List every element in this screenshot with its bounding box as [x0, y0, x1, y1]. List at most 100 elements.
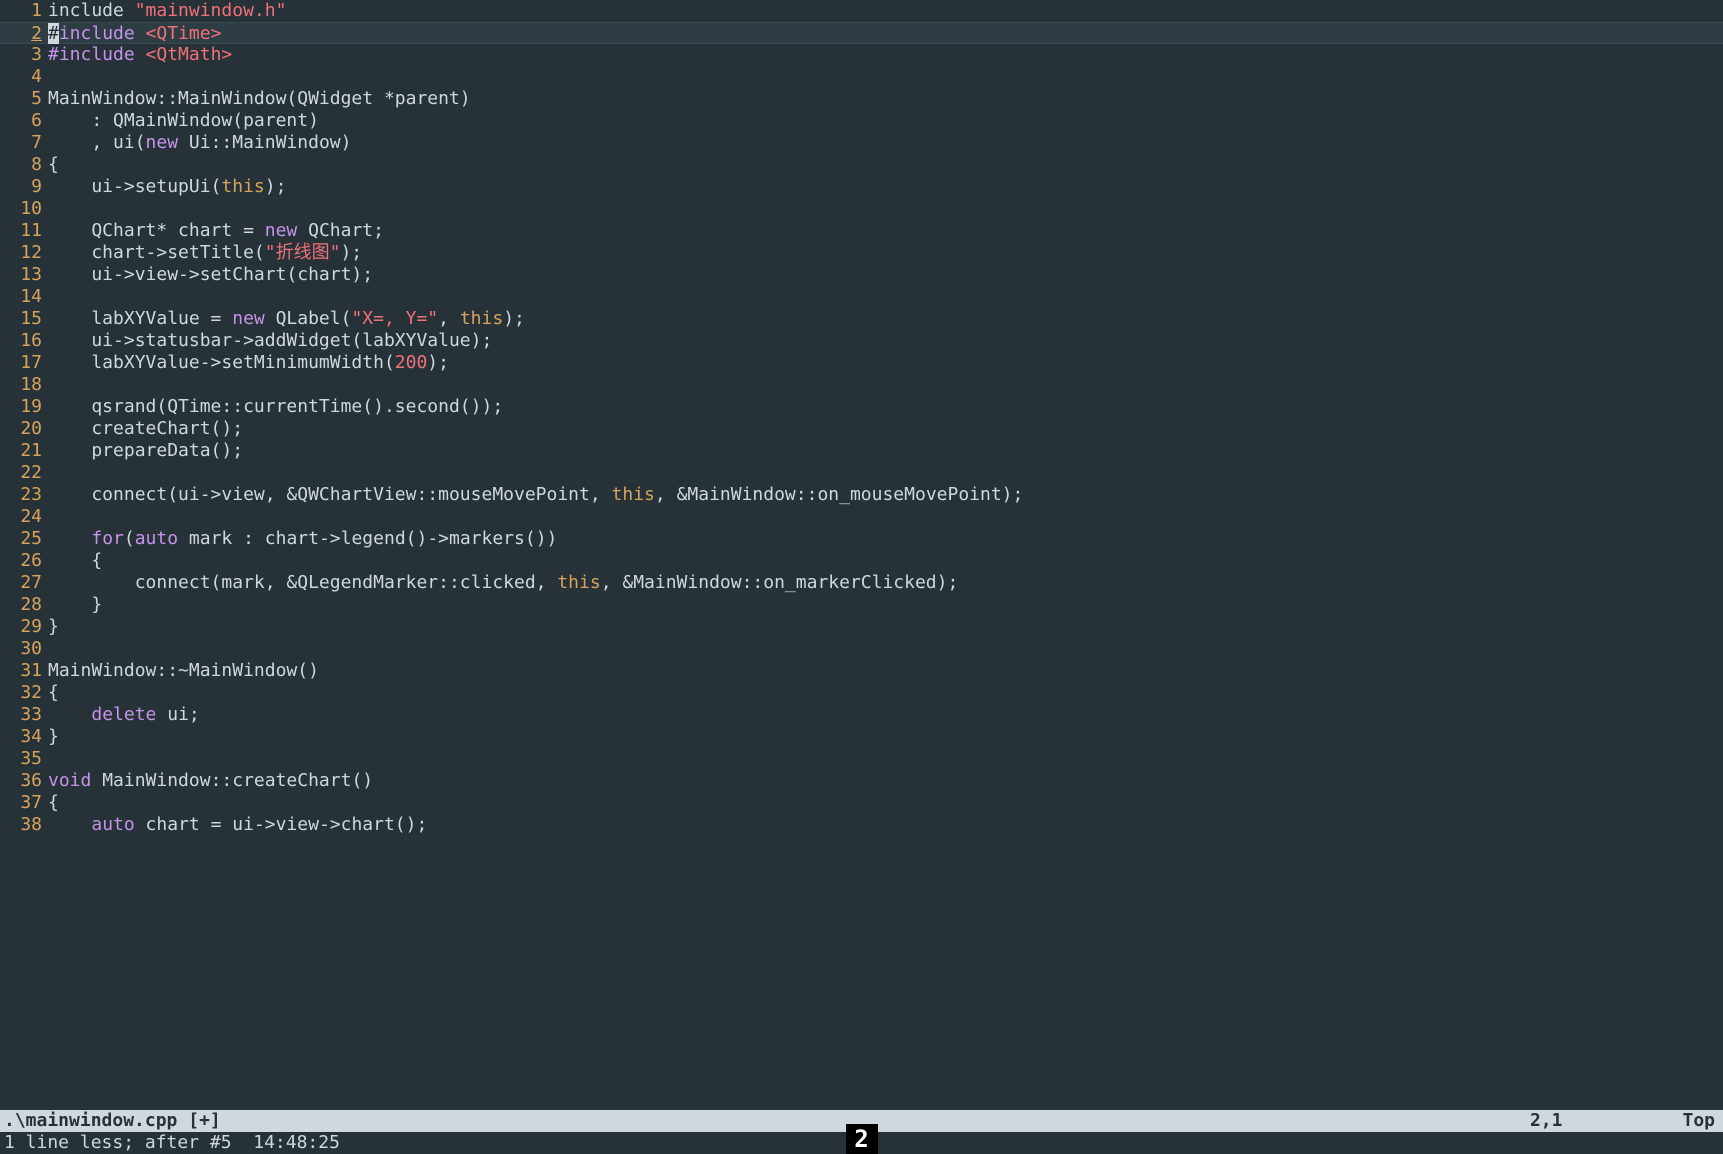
code-line[interactable]: 5MainWindow::MainWindow(QWidget *parent): [0, 88, 1723, 110]
code-content[interactable]: {: [48, 154, 1723, 176]
code-line[interactable]: 28 }: [0, 594, 1723, 616]
token-plain: MainWindow::createChart(): [91, 770, 373, 791]
code-line[interactable]: 27 connect(mark, &QLegendMarker::clicked…: [0, 572, 1723, 594]
code-content[interactable]: [48, 638, 1723, 660]
code-content[interactable]: delete ui;: [48, 704, 1723, 726]
code-line[interactable]: 19 qsrand(QTime::currentTime().second())…: [0, 396, 1723, 418]
code-line[interactable]: 4: [0, 66, 1723, 88]
code-content[interactable]: MainWindow::MainWindow(QWidget *parent): [48, 88, 1723, 110]
code-content[interactable]: createChart();: [48, 418, 1723, 440]
code-line[interactable]: 24: [0, 506, 1723, 528]
code-content[interactable]: }: [48, 594, 1723, 616]
code-line[interactable]: 12 chart->setTitle("折线图");: [0, 242, 1723, 264]
code-line[interactable]: 17 labXYValue->setMinimumWidth(200);: [0, 352, 1723, 374]
code-content[interactable]: [48, 748, 1723, 770]
code-content[interactable]: }: [48, 726, 1723, 748]
code-content[interactable]: labXYValue->setMinimumWidth(200);: [48, 352, 1723, 374]
code-line[interactable]: 8{: [0, 154, 1723, 176]
code-content[interactable]: connect(ui->view, &QWChartView::mouseMov…: [48, 484, 1723, 506]
line-number: 24: [0, 506, 48, 528]
line-number: 22: [0, 462, 48, 484]
code-line[interactable]: 14: [0, 286, 1723, 308]
line-number: 8: [0, 154, 48, 176]
code-line[interactable]: 33 delete ui;: [0, 704, 1723, 726]
code-line[interactable]: 38 auto chart = ui->view->chart();: [0, 814, 1723, 836]
code-line[interactable]: 9 ui->setupUi(this);: [0, 176, 1723, 198]
code-line[interactable]: 37{: [0, 792, 1723, 814]
code-content[interactable]: prepareData();: [48, 440, 1723, 462]
token-plain: , &MainWindow::on_mouseMovePoint);: [655, 484, 1023, 505]
code-line[interactable]: 3#include <QtMath>: [0, 44, 1723, 66]
code-line[interactable]: 31MainWindow::~MainWindow(): [0, 660, 1723, 682]
code-line[interactable]: 2#include <QTime>: [0, 22, 1723, 44]
code-content[interactable]: ui->view->setChart(chart);: [48, 264, 1723, 286]
token-plain: );: [340, 242, 362, 263]
code-content[interactable]: ui->setupUi(this);: [48, 176, 1723, 198]
code-content[interactable]: , ui(new Ui::MainWindow): [48, 132, 1723, 154]
token-thiskw: this: [557, 572, 600, 593]
code-line[interactable]: 11 QChart* chart = new QChart;: [0, 220, 1723, 242]
token-plain: }: [48, 616, 59, 637]
code-content[interactable]: {: [48, 682, 1723, 704]
line-number: 19: [0, 396, 48, 418]
code-content[interactable]: QChart* chart = new QChart;: [48, 220, 1723, 242]
code-line[interactable]: 18: [0, 374, 1723, 396]
code-line[interactable]: 15 labXYValue = new QLabel("X=, Y=", thi…: [0, 308, 1723, 330]
line-number: 3: [0, 44, 48, 66]
code-content[interactable]: #include <QtMath>: [48, 44, 1723, 66]
code-content[interactable]: [48, 462, 1723, 484]
code-line[interactable]: 20 createChart();: [0, 418, 1723, 440]
code-content[interactable]: [48, 66, 1723, 88]
token-plain: ui->setupUi(: [48, 176, 221, 197]
line-number: 7: [0, 132, 48, 154]
token-plain: [48, 528, 91, 549]
token-kw: auto: [135, 528, 178, 549]
code-content[interactable]: : QMainWindow(parent): [48, 110, 1723, 132]
code-line[interactable]: 21 prepareData();: [0, 440, 1723, 462]
code-line[interactable]: 34}: [0, 726, 1723, 748]
code-area[interactable]: 1include "mainwindow.h"2#include <QTime>…: [0, 0, 1723, 1110]
code-line[interactable]: 1include "mainwindow.h": [0, 0, 1723, 22]
code-line[interactable]: 23 connect(ui->view, &QWChartView::mouse…: [0, 484, 1723, 506]
code-content[interactable]: include "mainwindow.h": [48, 0, 1723, 22]
code-line[interactable]: 7 , ui(new Ui::MainWindow): [0, 132, 1723, 154]
code-content[interactable]: [48, 374, 1723, 396]
code-line[interactable]: 36void MainWindow::createChart(): [0, 770, 1723, 792]
code-content[interactable]: connect(mark, &QLegendMarker::clicked, t…: [48, 572, 1723, 594]
code-line[interactable]: 35: [0, 748, 1723, 770]
code-line[interactable]: 30: [0, 638, 1723, 660]
code-line[interactable]: 16 ui->statusbar->addWidget(labXYValue);: [0, 330, 1723, 352]
code-line[interactable]: 29}: [0, 616, 1723, 638]
code-content[interactable]: }: [48, 616, 1723, 638]
code-line[interactable]: 22: [0, 462, 1723, 484]
code-content[interactable]: #include <QTime>: [48, 23, 1723, 43]
code-content[interactable]: labXYValue = new QLabel("X=, Y=", this);: [48, 308, 1723, 330]
code-line[interactable]: 6 : QMainWindow(parent): [0, 110, 1723, 132]
code-content[interactable]: [48, 198, 1723, 220]
line-number: 26: [0, 550, 48, 572]
token-str: "X=, Y=": [351, 308, 438, 329]
token-plain: MainWindow::~MainWindow(): [48, 660, 319, 681]
token-plain: mark : chart->legend()->markers()): [178, 528, 557, 549]
code-content[interactable]: [48, 506, 1723, 528]
code-content[interactable]: {: [48, 792, 1723, 814]
code-line[interactable]: 10: [0, 198, 1723, 220]
code-content[interactable]: chart->setTitle("折线图");: [48, 242, 1723, 264]
code-content[interactable]: {: [48, 550, 1723, 572]
code-content[interactable]: for(auto mark : chart->legend()->markers…: [48, 528, 1723, 550]
code-content[interactable]: [48, 286, 1723, 308]
code-line[interactable]: 25 for(auto mark : chart->legend()->mark…: [0, 528, 1723, 550]
line-number: 38: [0, 814, 48, 836]
token-kw: auto: [91, 814, 134, 835]
code-line[interactable]: 26 {: [0, 550, 1723, 572]
token-kw: new: [146, 132, 179, 153]
code-content[interactable]: ui->statusbar->addWidget(labXYValue);: [48, 330, 1723, 352]
code-line[interactable]: 32{: [0, 682, 1723, 704]
code-content[interactable]: void MainWindow::createChart(): [48, 770, 1723, 792]
vim-editor[interactable]: 1include "mainwindow.h"2#include <QTime>…: [0, 0, 1723, 1154]
code-content[interactable]: qsrand(QTime::currentTime().second());: [48, 396, 1723, 418]
code-content[interactable]: MainWindow::~MainWindow(): [48, 660, 1723, 682]
code-content[interactable]: auto chart = ui->view->chart();: [48, 814, 1723, 836]
line-number: 23: [0, 484, 48, 506]
code-line[interactable]: 13 ui->view->setChart(chart);: [0, 264, 1723, 286]
